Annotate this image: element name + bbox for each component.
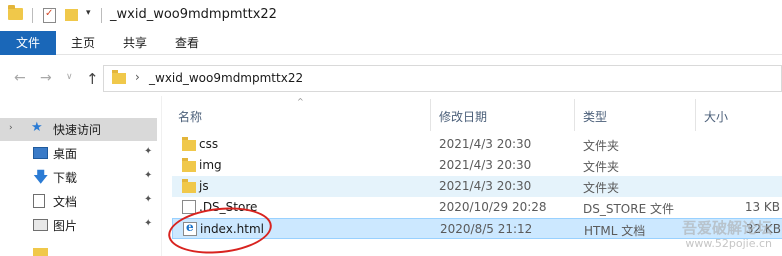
column-header-size[interactable]: 大小	[696, 96, 782, 132]
toolbar-divider	[32, 8, 33, 23]
address-bar[interactable]: › _wxid_woo9mdmpmttx22	[103, 65, 782, 92]
column-label: 名称	[178, 110, 203, 124]
download-icon: 🡇	[33, 168, 49, 186]
recent-locations-icon[interactable]: ∨	[66, 72, 73, 82]
file-row-css[interactable]: css 2021/4/3 20:30 文件夹	[172, 134, 782, 155]
file-type: 文件夹	[583, 160, 620, 174]
tab-file[interactable]: 文件	[0, 31, 56, 55]
sidebar-item-desktop[interactable]: 桌面 ✦	[0, 142, 157, 165]
column-label: 大小	[704, 110, 729, 124]
folder-icon	[8, 5, 23, 20]
file-name: css	[199, 137, 219, 151]
forward-arrow-icon[interactable]: →	[40, 70, 52, 86]
file-type: HTML 文档	[584, 224, 646, 238]
chevron-right-icon[interactable]: ›	[135, 70, 140, 84]
sidebar-item-label: 桌面	[53, 147, 78, 161]
tab-view[interactable]: 查看	[164, 31, 210, 55]
sidebar-item-documents[interactable]: 文档 ✦	[0, 190, 157, 213]
file-type: 文件夹	[583, 181, 620, 195]
sidebar-item-label: 文档	[53, 195, 78, 209]
file-modified: 2021/4/3 20:30	[439, 158, 532, 172]
navigation-pane: › ★ 快速访问 桌面 ✦ 🡇 下载 ✦ 文档 ✦ 图片 ✦	[0, 96, 160, 256]
column-header-name[interactable]: 名称	[162, 96, 427, 132]
file-name: img	[199, 158, 222, 172]
sidebar-item-downloads[interactable]: 🡇 下载 ✦	[0, 166, 157, 189]
file-type: 文件夹	[583, 139, 620, 153]
desktop-icon	[33, 147, 48, 159]
sidebar-item-label: 图片	[53, 219, 78, 233]
star-icon: ★	[31, 120, 43, 135]
picture-icon	[33, 219, 48, 231]
document-icon	[33, 194, 45, 208]
file-row-js[interactable]: js 2021/4/3 20:30 文件夹	[172, 176, 782, 197]
sidebar-item-pictures[interactable]: 图片 ✦	[0, 214, 157, 237]
window-title: _wxid_woo9mdmpmttx22	[110, 7, 277, 22]
ribbon-tabs: 文件 主页 共享 查看	[0, 31, 782, 55]
navigation-bar: ← → ∨ ↑ › _wxid_woo9mdmpmttx22	[0, 60, 782, 96]
file-row-img[interactable]: img 2021/4/3 20:30 文件夹	[172, 155, 782, 176]
folder-icon	[112, 70, 126, 84]
back-arrow-icon[interactable]: ←	[14, 70, 26, 86]
file-modified: 2021/4/3 20:30	[439, 179, 532, 193]
title-bar: ▾ _wxid_woo9mdmpmttx22	[0, 0, 782, 31]
file-name: js	[199, 179, 209, 193]
new-folder-icon[interactable]	[65, 9, 78, 21]
file-modified: 2021/4/3 20:30	[439, 137, 532, 151]
tab-home[interactable]: 主页	[60, 31, 106, 55]
chevron-right-icon[interactable]: ›	[9, 123, 13, 133]
file-type: DS_STORE 文件	[583, 202, 674, 216]
column-label: 类型	[583, 110, 608, 124]
properties-icon[interactable]	[43, 8, 56, 23]
address-path[interactable]: _wxid_woo9mdmpmttx22	[149, 71, 303, 85]
sidebar-item-quick-access[interactable]: › ★ 快速访问	[0, 118, 157, 141]
pin-icon[interactable]: ✦	[144, 194, 152, 205]
folder-icon	[182, 137, 196, 151]
tab-share[interactable]: 共享	[112, 31, 158, 55]
watermark-url: www.52pojie.cn	[685, 237, 772, 250]
up-arrow-icon[interactable]: ↑	[86, 70, 99, 88]
sidebar-item-label: 下载	[53, 171, 78, 185]
file-modified: 2020/8/5 21:12	[440, 222, 533, 236]
column-label: 修改日期	[439, 110, 488, 124]
watermark: 吾爱破解论坛 www.52pojie.cn	[682, 221, 772, 251]
folder-icon	[182, 158, 196, 172]
column-header-modified[interactable]: 修改日期	[431, 96, 571, 132]
customize-toolbar-dropdown[interactable]: ▾	[86, 8, 91, 18]
folder-icon	[182, 179, 196, 193]
pin-icon[interactable]: ✦	[144, 218, 152, 229]
file-modified: 2020/10/29 20:28	[439, 200, 547, 214]
toolbar-divider	[101, 8, 102, 23]
folder-icon	[33, 248, 48, 256]
sidebar-item-label: 快速访问	[53, 123, 102, 137]
watermark-title: 吾爱破解论坛	[681, 219, 772, 237]
pin-icon[interactable]: ✦	[144, 146, 152, 157]
file-size: 13 KB	[744, 200, 780, 214]
pin-icon[interactable]: ✦	[144, 170, 152, 181]
column-header-type[interactable]: 类型	[575, 96, 695, 132]
